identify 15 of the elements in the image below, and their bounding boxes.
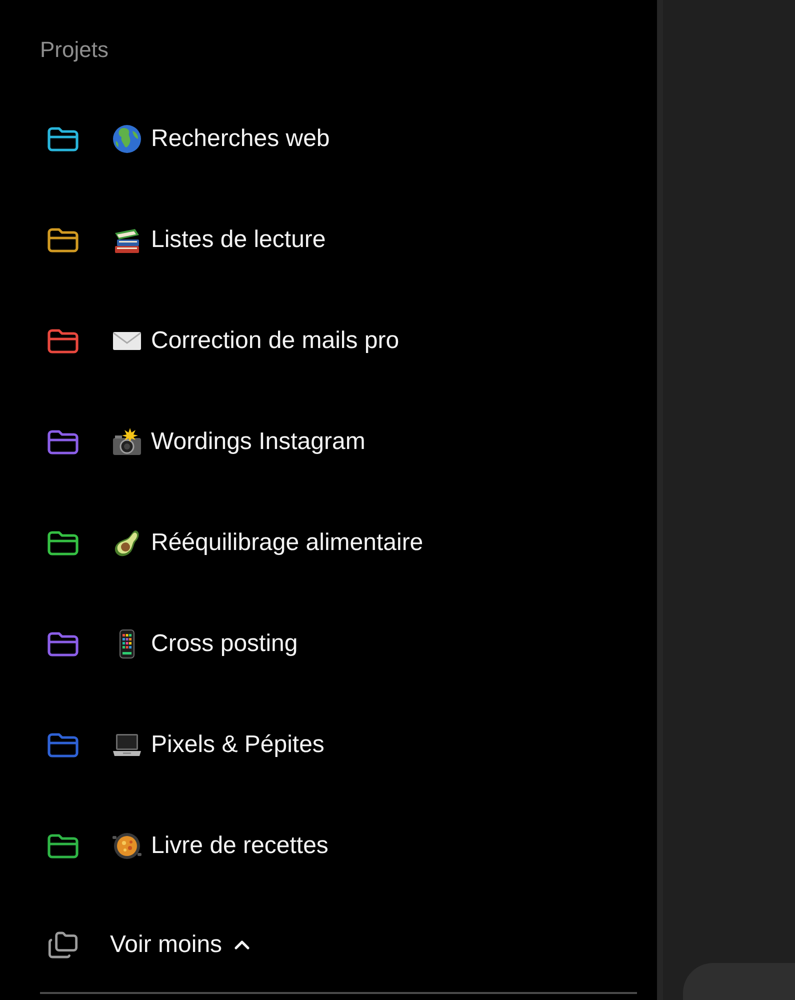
project-name[interactable]: Pixels & Pépites — [151, 730, 324, 760]
pan-icon — [112, 830, 142, 860]
globe-icon — [112, 124, 142, 154]
project-name[interactable]: Cross posting — [151, 628, 298, 658]
camera-flash-icon — [112, 426, 142, 456]
project-name[interactable]: Rééquilibrage alimentaire — [151, 528, 424, 558]
avocado-icon — [112, 528, 142, 558]
show-less-button[interactable]: Voir moins — [110, 930, 254, 960]
project-name[interactable]: Recherches web — [151, 124, 330, 154]
project-name[interactable]: Wordings Instagram — [151, 426, 366, 456]
project-name[interactable]: Correction de mails pro — [151, 326, 400, 356]
section-title: Projets — [40, 36, 110, 64]
project-name[interactable]: Listes de lecture — [151, 224, 326, 254]
folders-icon — [47, 929, 79, 961]
project-name[interactable]: Livre de recettes — [151, 830, 328, 860]
